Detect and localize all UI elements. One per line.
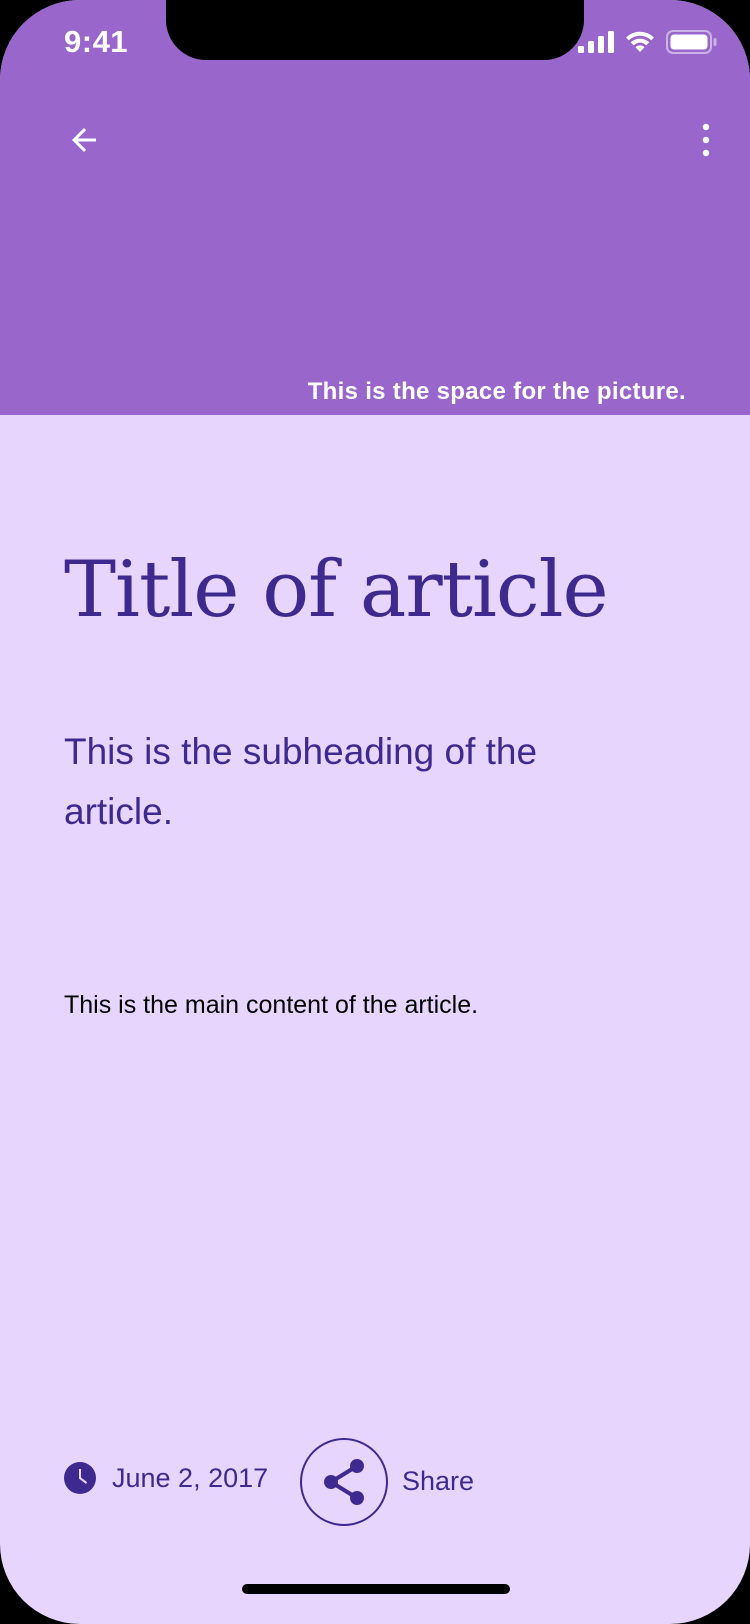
article-subheading: This is the subheading of the article. (64, 731, 538, 832)
picture-area: This is the space for the picture. (0, 0, 750, 415)
article-body: This is the main content of the article. (64, 991, 479, 1019)
status-time: 9:41 (64, 24, 129, 59)
arrow-left-icon (72, 128, 96, 152)
share-label[interactable]: Share (402, 1466, 474, 1497)
battery-icon (666, 30, 717, 54)
status-icons (578, 30, 718, 54)
publish-date-text: June 2, 2017 (112, 1462, 269, 1493)
picture-caption: This is the space for the picture. (307, 378, 686, 405)
home-indicator[interactable] (242, 1584, 510, 1594)
cellular-signal-icon (578, 31, 614, 53)
article-title: Title of article (64, 545, 609, 635)
share-button[interactable] (300, 1438, 388, 1526)
phone-screen: This is the space for the picture. 9:41 … (0, 0, 750, 1624)
device-notch (166, 0, 584, 60)
wifi-icon (626, 31, 654, 52)
clock-icon (64, 1462, 96, 1494)
more-options-button[interactable] (676, 108, 736, 172)
publish-date: June 2, 2017 (64, 1462, 268, 1494)
back-button[interactable] (48, 108, 120, 172)
more-vertical-icon (702, 123, 710, 157)
share-icon (324, 1459, 364, 1505)
